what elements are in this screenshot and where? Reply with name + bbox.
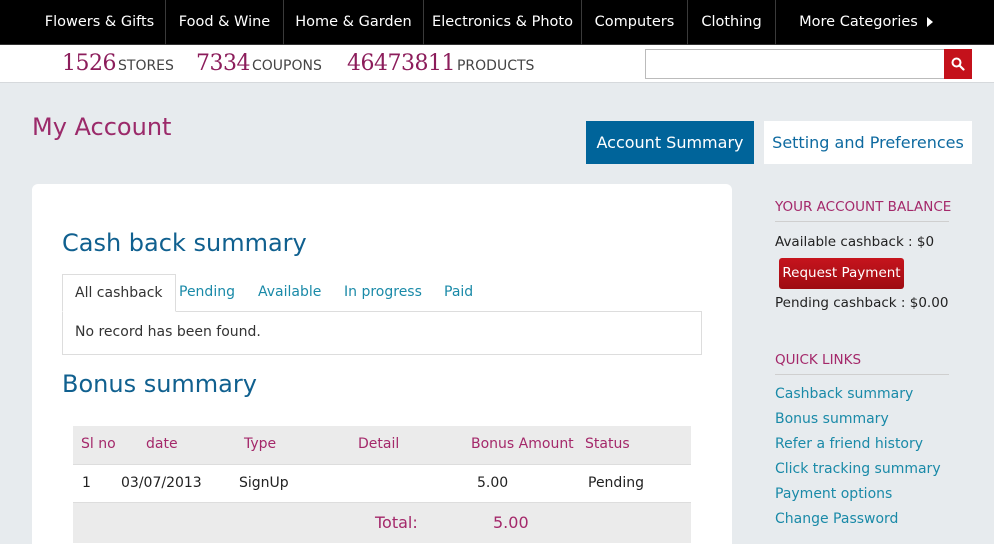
stat-coupons: 7334 COUPONS bbox=[196, 51, 322, 76]
quick-link-change-password[interactable]: Change Password bbox=[775, 511, 898, 527]
table-header: Sl no date Type Detail Bonus Amount Stat… bbox=[73, 426, 691, 464]
account-summary-card: Cash back summary All cashback Pending A… bbox=[32, 184, 732, 544]
cell-type: SignUp bbox=[239, 475, 289, 491]
column-header: Status bbox=[585, 436, 630, 452]
quick-link-cashback-summary[interactable]: Cashback summary bbox=[775, 386, 913, 402]
cashback-panel: No record has been found. bbox=[62, 311, 702, 355]
stat-label: STORES bbox=[118, 58, 174, 74]
nav-item-home-garden[interactable]: Home & Garden bbox=[284, 0, 424, 45]
stat-label: COUPONS bbox=[252, 58, 322, 74]
nav-item-clothing[interactable]: Clothing bbox=[688, 0, 776, 45]
quick-link-payment-options[interactable]: Payment options bbox=[775, 486, 892, 502]
total-value: 5.00 bbox=[493, 513, 529, 532]
tab-pending[interactable]: Pending bbox=[179, 274, 235, 312]
stat-products: 46473811 PRODUCTS bbox=[347, 51, 534, 76]
tab-account-summary[interactable]: Account Summary bbox=[586, 121, 754, 164]
caret-right-icon bbox=[926, 17, 933, 27]
cashback-summary-title: Cash back summary bbox=[62, 229, 307, 257]
more-categories-label: More Categories bbox=[799, 14, 918, 30]
tab-paid[interactable]: Paid bbox=[444, 274, 473, 312]
tab-available[interactable]: Available bbox=[258, 274, 321, 312]
cell-date: 03/07/2013 bbox=[121, 475, 202, 491]
column-header: Bonus Amount bbox=[471, 436, 574, 452]
column-header: Detail bbox=[358, 436, 400, 452]
column-header: Sl no bbox=[81, 436, 116, 452]
nav-item-food-wine[interactable]: Food & Wine bbox=[166, 0, 284, 45]
stat-number: 46473811 bbox=[347, 51, 455, 76]
nav-item-more-categories[interactable]: More Categories bbox=[776, 0, 956, 45]
available-cashback: Available cashback : $0 bbox=[775, 234, 935, 250]
stat-number: 1526 bbox=[62, 51, 117, 76]
stat-number: 7334 bbox=[196, 51, 251, 76]
cell-sl-no: 1 bbox=[82, 475, 91, 491]
search-icon bbox=[951, 57, 965, 71]
total-label: Total: bbox=[375, 513, 418, 532]
stat-label: PRODUCTS bbox=[456, 58, 535, 74]
stat-stores: 1526 STORES bbox=[62, 51, 174, 76]
tab-in-progress[interactable]: In progress bbox=[344, 274, 422, 312]
quick-link-refer-history[interactable]: Refer a friend history bbox=[775, 436, 923, 452]
balance-heading-text: YOUR ACCOUNT BALANCE bbox=[775, 199, 951, 222]
nav-item-flowers-gifts[interactable]: Flowers & Gifts bbox=[34, 0, 166, 45]
quick-link-bonus-summary[interactable]: Bonus summary bbox=[775, 411, 889, 427]
pending-cashback: Pending cashback : $0.00 bbox=[775, 295, 949, 311]
bonus-summary-title: Bonus summary bbox=[62, 370, 257, 398]
table-total-row: Total: 5.00 bbox=[73, 503, 691, 543]
cashback-tabs: All cashback Pending Available In progre… bbox=[62, 274, 702, 312]
table-row: 1 03/07/2013 SignUp 5.00 Pending bbox=[73, 464, 691, 503]
quick-link-click-tracking[interactable]: Click tracking summary bbox=[775, 461, 941, 477]
cell-status: Pending bbox=[588, 475, 644, 491]
quick-links-heading: QUICK LINKS bbox=[775, 352, 949, 375]
search-input[interactable] bbox=[645, 49, 945, 79]
category-nav: Flowers & Gifts Food & Wine Home & Garde… bbox=[0, 0, 994, 45]
request-payment-button[interactable]: Request Payment bbox=[779, 258, 904, 289]
tab-all-cashback[interactable]: All cashback bbox=[62, 274, 176, 312]
nav-item-computers[interactable]: Computers bbox=[582, 0, 688, 45]
column-header: Type bbox=[244, 436, 277, 452]
cell-amount: 5.00 bbox=[477, 475, 509, 491]
stats-bar: 1526 STORES 7334 COUPONS 46473811 PRODUCTS bbox=[0, 45, 994, 83]
column-header: date bbox=[146, 436, 178, 452]
page-title: My Account bbox=[32, 113, 172, 141]
empty-message: No record has been found. bbox=[75, 324, 261, 340]
search-button[interactable] bbox=[944, 49, 972, 79]
quick-links-heading-text: QUICK LINKS bbox=[775, 352, 949, 375]
nav-item-electronics-photo[interactable]: Electronics & Photo bbox=[424, 0, 582, 45]
tab-settings-preferences[interactable]: Setting and Preferences bbox=[764, 121, 972, 164]
balance-heading: YOUR ACCOUNT BALANCE bbox=[775, 199, 951, 222]
